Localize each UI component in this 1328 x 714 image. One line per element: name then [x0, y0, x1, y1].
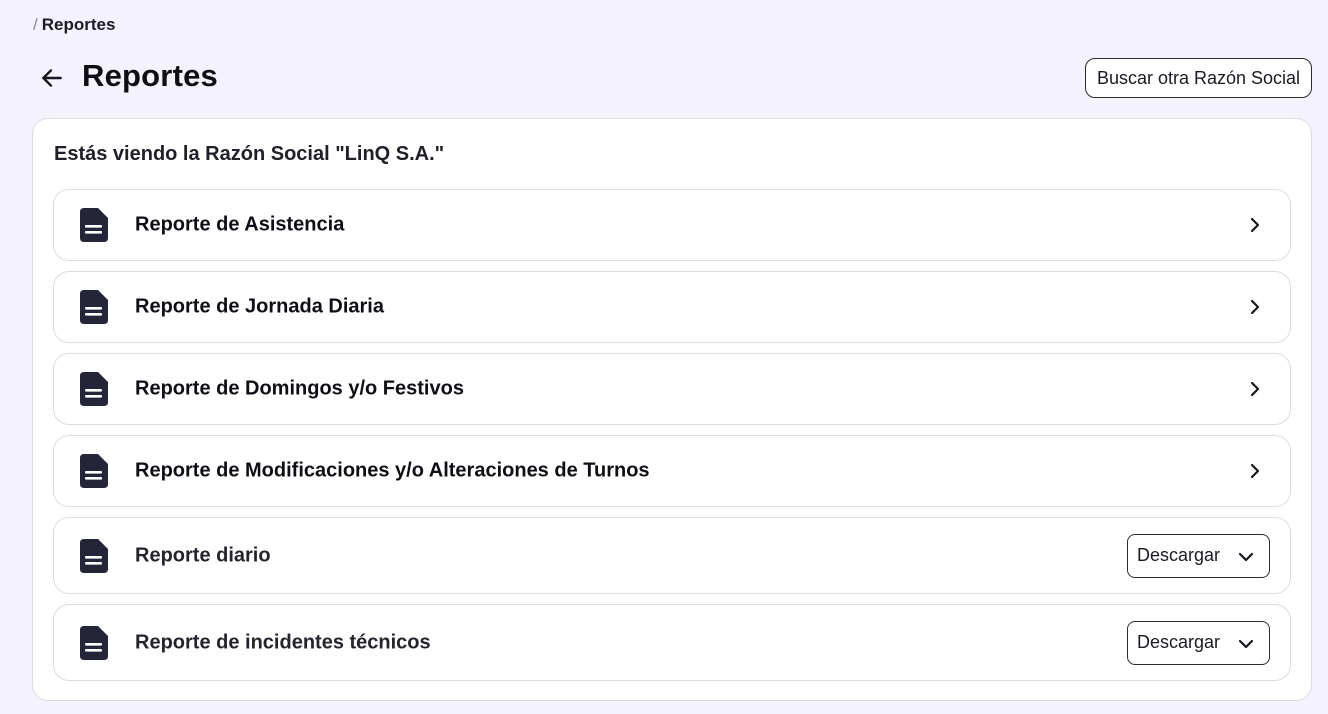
report-label: Reporte de Jornada Diaria: [135, 295, 384, 318]
chevron-right-icon: [1250, 299, 1260, 315]
download-dropdown[interactable]: Descargar: [1127, 533, 1270, 578]
page-title: Reportes: [82, 58, 218, 93]
breadcrumb: / Reportes: [33, 15, 115, 35]
report-row-incidentes-tecnicos: Reporte de incidentes técnicos Descargar: [53, 604, 1291, 681]
download-label: Descargar: [1137, 632, 1221, 652]
download-label: Descargar: [1137, 545, 1221, 565]
arrow-left-icon: [42, 69, 62, 87]
viewing-company-text: Estás viendo la Razón Social "LinQ S.A.": [54, 143, 445, 165]
download-dropdown[interactable]: Descargar: [1127, 620, 1270, 665]
reports-card: Estás viendo la Razón Social "LinQ S.A."…: [32, 118, 1312, 701]
back-button[interactable]: [38, 64, 66, 92]
document-icon: [80, 290, 108, 324]
document-icon: [80, 538, 108, 573]
report-row-modificaciones-turnos[interactable]: Reporte de Modificaciones y/o Alteracion…: [53, 435, 1291, 507]
document-icon: [80, 372, 108, 406]
breadcrumb-current[interactable]: Reportes: [42, 15, 116, 34]
report-row-jornada-diaria[interactable]: Reporte de Jornada Diaria: [53, 271, 1291, 343]
chevron-right-icon: [1250, 463, 1260, 479]
report-label: Reporte diario: [135, 544, 271, 566]
report-label: Reporte de incidentes técnicos: [135, 631, 431, 653]
document-icon: [80, 625, 108, 660]
report-row-diario: Reporte diario Descargar: [53, 517, 1291, 594]
chevron-right-icon: [1250, 217, 1260, 233]
report-row-asistencia[interactable]: Reporte de Asistencia: [53, 189, 1291, 261]
search-other-company-button[interactable]: Buscar otra Razón Social: [1085, 58, 1312, 98]
chevron-down-icon: [1238, 552, 1254, 561]
report-label: Reporte de Modificaciones y/o Alteracion…: [135, 459, 650, 482]
chevron-right-icon: [1250, 381, 1260, 397]
document-icon: [80, 208, 108, 242]
report-label: Reporte de Asistencia: [135, 213, 345, 236]
document-icon: [80, 454, 108, 488]
report-row-domingos-festivos[interactable]: Reporte de Domingos y/o Festivos: [53, 353, 1291, 425]
breadcrumb-separator: /: [33, 15, 38, 34]
report-label: Reporte de Domingos y/o Festivos: [135, 377, 464, 400]
chevron-down-icon: [1238, 639, 1254, 648]
